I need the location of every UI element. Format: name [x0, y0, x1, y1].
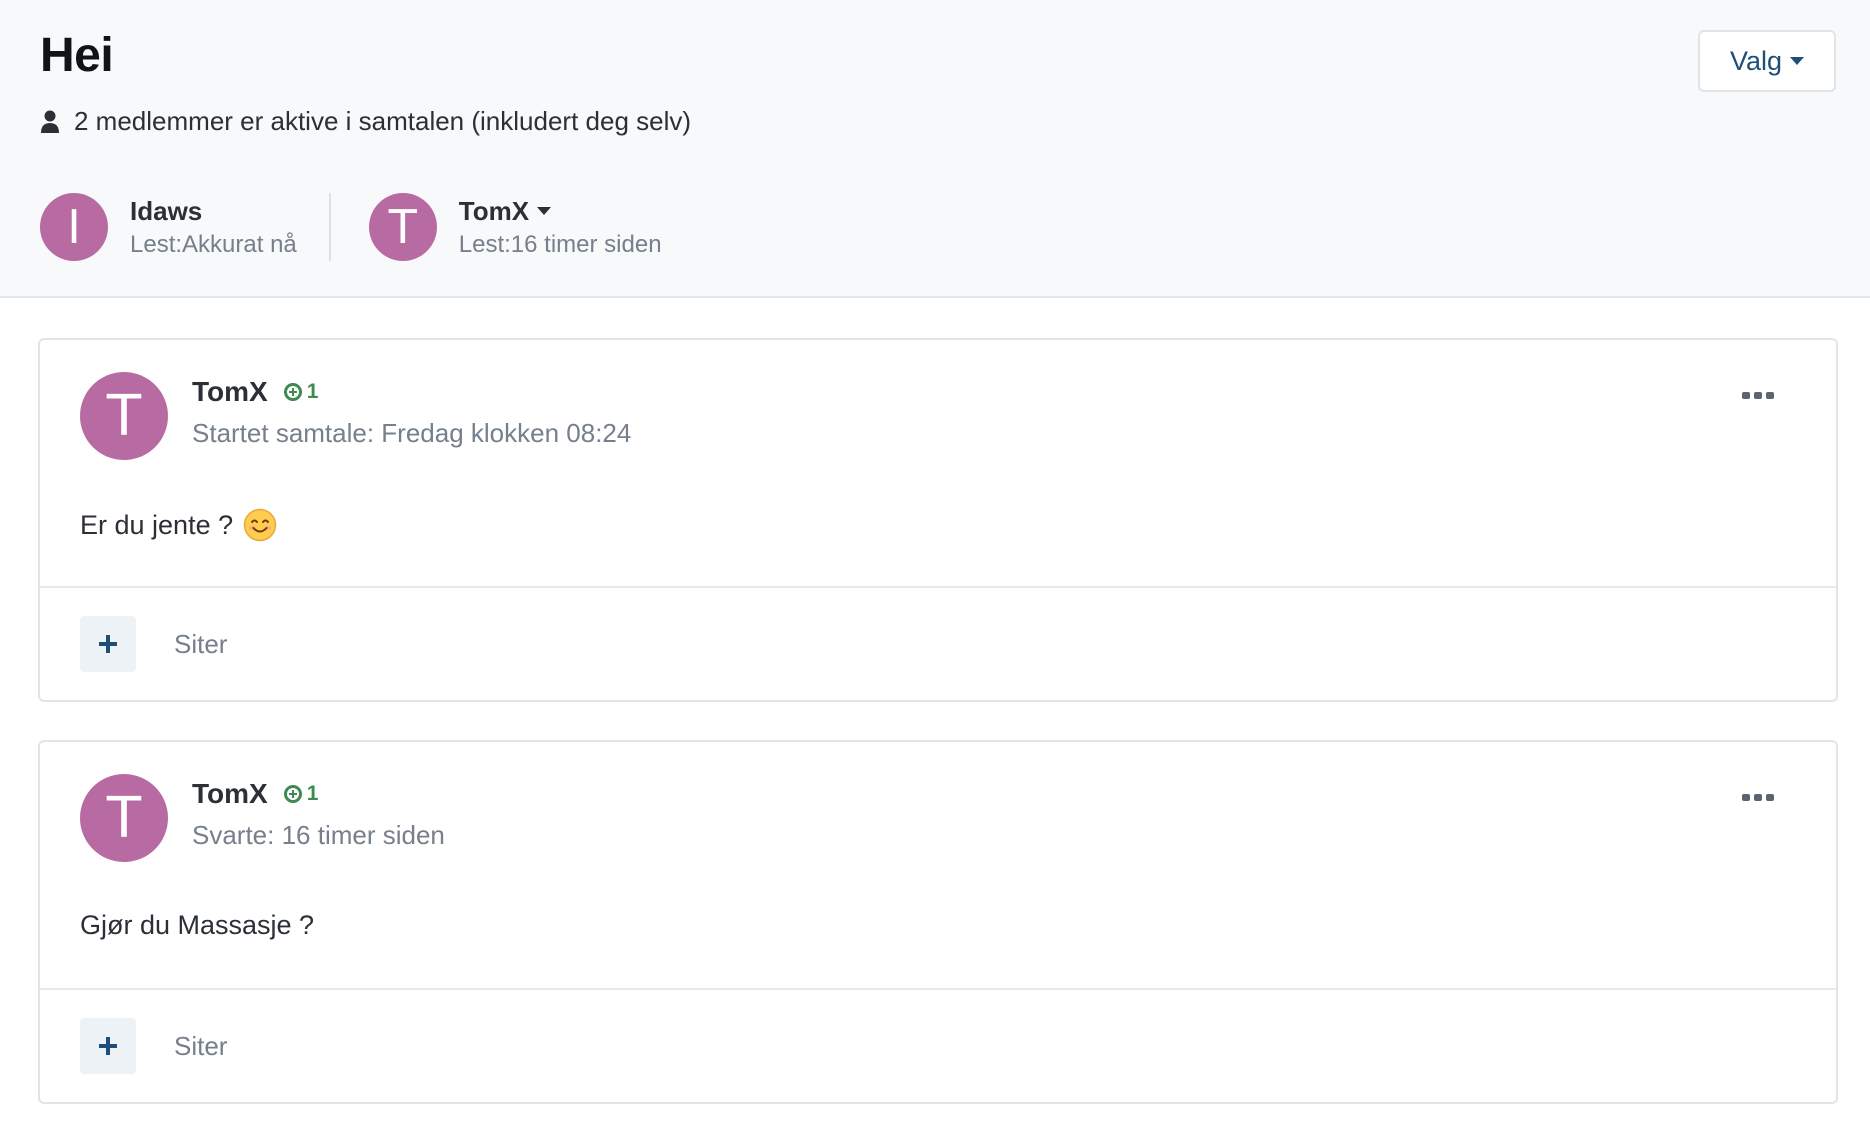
participant-name-menu[interactable]: TomX — [459, 196, 662, 227]
quote-button[interactable]: Siter — [174, 1031, 227, 1062]
user-icon — [41, 110, 59, 133]
quote-button[interactable]: Siter — [174, 629, 227, 660]
post-meta: Svarte: 16 timer siden — [192, 820, 445, 850]
post-body: Gjør du Massasje ? — [80, 910, 314, 941]
smiling-face-icon — [243, 508, 277, 542]
plus-circle-icon — [283, 785, 302, 803]
message-post: T TomX 1 Startet samtale: Fredag klokken… — [38, 338, 1838, 702]
post-text: Gjør du Massasje ? — [80, 910, 315, 940]
options-label: Valg — [1729, 45, 1783, 76]
reaction-count: 1 — [306, 380, 319, 403]
participant-read-status: Lest:16 timer siden — [458, 230, 662, 258]
active-members-info: 2 medlemmer er aktive i samtalen (inklud… — [40, 106, 691, 137]
post-body: Er du jente ? — [80, 508, 277, 542]
more-options-icon[interactable] — [1740, 788, 1776, 807]
avatar[interactable]: T — [80, 774, 168, 862]
post-text: Er du jente ? — [80, 509, 234, 540]
page-title: Hei — [40, 29, 114, 82]
reaction-score[interactable]: 1 — [283, 782, 319, 806]
avatar[interactable]: T — [368, 193, 437, 261]
post-footer: Siter — [40, 586, 1836, 700]
avatar[interactable]: T — [80, 372, 168, 460]
participant-idaws: I Idaws Lest:Akkurat nå — [40, 193, 297, 261]
active-members-text: 2 medlemmer er aktive i samtalen (inklud… — [74, 106, 692, 136]
participant-list: I Idaws Lest:Akkurat nå T TomX Lest:16 t… — [40, 192, 662, 262]
more-options-icon[interactable] — [1740, 386, 1776, 405]
caret-down-icon — [1790, 57, 1805, 65]
conversation-header: Hei Valg 2 medlemmer er aktive i samtale… — [0, 0, 1870, 298]
avatar[interactable]: I — [40, 193, 108, 261]
participant-tomx: T TomX Lest:16 timer siden — [368, 193, 662, 261]
post-author-name[interactable]: TomX — [192, 778, 268, 810]
multiquote-plus-button[interactable] — [80, 1018, 136, 1074]
participant-name[interactable]: Idaws — [130, 196, 297, 227]
multiquote-plus-button[interactable] — [80, 616, 136, 672]
post-meta: Startet samtale: Fredag klokken 08:24 — [192, 418, 632, 448]
caret-down-icon[interactable] — [537, 207, 552, 215]
post-footer: Siter — [40, 988, 1836, 1102]
post-author: TomX 1 — [192, 376, 318, 408]
participant-name-text[interactable]: TomX — [459, 196, 529, 227]
participant-read-status: Lest:Akkurat nå — [130, 230, 297, 258]
participant-name-text[interactable]: Idaws — [130, 196, 202, 227]
reaction-score[interactable]: 1 — [283, 380, 319, 404]
options-dropdown-button[interactable]: Valg — [1698, 30, 1836, 92]
participant-divider — [328, 193, 331, 261]
post-author: TomX 1 — [192, 778, 318, 810]
plus-circle-icon — [283, 383, 302, 401]
reaction-count: 1 — [306, 782, 319, 805]
post-author-name[interactable]: TomX — [192, 376, 268, 408]
message-post: T TomX 1 Svarte: 16 timer siden Gjør du … — [38, 740, 1838, 1104]
